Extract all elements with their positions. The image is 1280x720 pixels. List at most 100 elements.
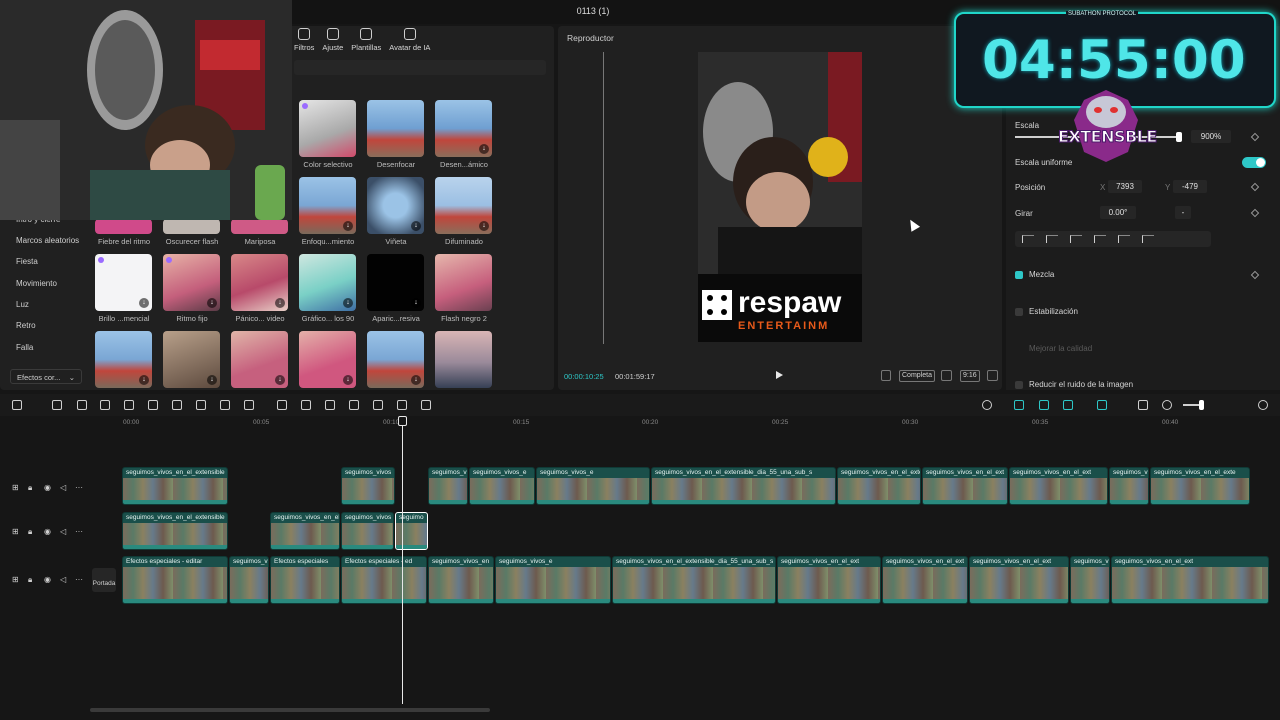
sidebar-item-glitch[interactable]: Falla xyxy=(16,343,33,352)
delete-icon[interactable] xyxy=(172,400,182,410)
effect-thumb-dimensional-glow[interactable]: ↓ xyxy=(95,254,152,311)
more-icon[interactable]: ··· xyxy=(75,483,83,492)
download-icon[interactable]: ↓ xyxy=(139,375,149,385)
timeline-clip[interactable]: seguimos_vivos_en_el_exte xyxy=(1150,467,1250,505)
audio-icon[interactable]: ◁ xyxy=(60,575,66,584)
effect-thumb-fixed-rhythm[interactable]: ↓ xyxy=(163,254,220,311)
denoise-checkbox[interactable] xyxy=(1015,381,1023,389)
freeze-icon[interactable] xyxy=(277,400,287,410)
uniform-scale-toggle[interactable] xyxy=(1242,157,1266,168)
timeline-clip[interactable]: seguimos_vivos_e xyxy=(536,467,650,505)
effect-thumb-flash-darken[interactable] xyxy=(163,219,220,234)
download-icon[interactable]: ↓ xyxy=(411,375,421,385)
timeline-clip[interactable]: seguimos_v xyxy=(428,467,468,505)
lock-icon[interactable]: 🔒︎ xyxy=(28,575,32,585)
timeline-clip[interactable]: seguimos_vivos_en_el_extensible xyxy=(122,467,228,505)
effect-thumb-diffuse[interactable]: ↓ xyxy=(435,177,492,234)
transform-icon[interactable] xyxy=(397,400,407,410)
adjust-view-icon[interactable] xyxy=(881,370,891,381)
download-icon[interactable]: ↓ xyxy=(479,221,489,231)
stabilize-checkbox[interactable] xyxy=(1015,308,1023,316)
audio-icon[interactable]: ◁ xyxy=(60,527,66,536)
timeline-clip[interactable]: seguimos_vivos_en xyxy=(428,556,494,604)
lock-icon[interactable]: 🔒︎ xyxy=(28,527,32,537)
rotate-reset-button[interactable]: - xyxy=(1175,206,1191,219)
timeline-clip[interactable]: seguimos_vivos_en_el xyxy=(270,512,340,550)
timeline-clip[interactable]: seguimos_vivos_en_el_extensible_dia_55_u… xyxy=(651,467,836,505)
align-bottom-icon[interactable] xyxy=(1142,235,1154,243)
play-icon[interactable] xyxy=(776,371,783,379)
download-icon[interactable]: ↓ xyxy=(139,298,149,308)
timeline-clip[interactable]: seguimos_vi xyxy=(229,556,269,604)
blend-checkbox[interactable] xyxy=(1015,271,1023,279)
scale-value-field[interactable]: 900% xyxy=(1191,130,1231,143)
download-icon[interactable]: ↓ xyxy=(207,375,217,385)
timeline-clip[interactable]: seguimos_vivos_en_el_extensible xyxy=(122,512,228,550)
pos-y-field[interactable]: -479 xyxy=(1173,180,1207,193)
cover-button[interactable]: Portada xyxy=(92,568,116,592)
sidebar-item-party[interactable]: Fiesta xyxy=(16,257,38,266)
subtitle-icon[interactable] xyxy=(373,400,383,410)
sidebar-item-retro[interactable]: Retro xyxy=(16,321,36,330)
align-middle-icon[interactable] xyxy=(1118,235,1130,243)
align-center-icon[interactable] xyxy=(1046,235,1058,243)
download-icon[interactable]: ↓ xyxy=(343,375,353,385)
tab-ai-avatar[interactable]: Avatar de IA xyxy=(389,28,430,52)
speed-icon[interactable] xyxy=(244,400,254,410)
timeline-clip[interactable]: seguimos_vi xyxy=(1109,467,1149,505)
timeline-clip[interactable]: Efectos especiales - ed xyxy=(341,556,427,604)
timeline-clip[interactable]: seguimos_vivos xyxy=(341,512,394,550)
scale-slider-handle[interactable] xyxy=(1176,132,1182,142)
align-left-icon[interactable] xyxy=(1022,235,1034,243)
eye-icon[interactable]: ◉ xyxy=(44,483,51,492)
fullscreen-icon[interactable] xyxy=(987,370,998,381)
timeline-clip[interactable]: seguimos_vivos_en_el_exte xyxy=(837,467,921,505)
track-expand-icon[interactable]: ⊞ xyxy=(12,575,19,584)
mark-icon[interactable] xyxy=(196,400,206,410)
undo-icon[interactable] xyxy=(52,400,62,410)
timeline-clip[interactable]: seguimos_vivos_en_el_extensible_dia_55_u… xyxy=(612,556,776,604)
timeline-scrollbar[interactable] xyxy=(90,708,490,712)
lock-icon[interactable]: 🔒︎ xyxy=(28,483,32,493)
effect-thumb-vignette[interactable]: ↓ xyxy=(367,177,424,234)
download-icon[interactable]: ↓ xyxy=(207,298,217,308)
track-expand-icon[interactable]: ⊞ xyxy=(12,483,19,492)
download-icon[interactable]: ↓ xyxy=(275,298,285,308)
zoom-out-icon[interactable] xyxy=(1162,400,1172,410)
screenshot-icon[interactable] xyxy=(941,370,952,381)
download-icon[interactable]: ↓ xyxy=(479,144,489,154)
playhead-handle[interactable] xyxy=(398,416,407,426)
effect-thumb-90s-graphics[interactable]: ↓ xyxy=(299,254,356,311)
preview-axis-icon[interactable] xyxy=(1063,400,1073,410)
select-tool-icon[interactable] xyxy=(12,400,22,410)
aspect-ratio-button[interactable]: 9:16 xyxy=(960,370,980,382)
timeline-clip[interactable]: seguimos_v xyxy=(1070,556,1110,604)
split-icon[interactable] xyxy=(100,400,110,410)
timeline-clip[interactable]: seguimos_vivos_en_el_ext xyxy=(1111,556,1269,604)
download-icon[interactable]: ↓ xyxy=(411,221,421,231)
timeline-clip[interactable]: seguimos_vivos xyxy=(341,467,395,505)
effect-thumb-blur[interactable] xyxy=(367,100,424,157)
effect-thumb-progressive-appear[interactable]: ↓ xyxy=(367,254,424,311)
eye-icon[interactable]: ◉ xyxy=(44,527,51,536)
rotate-field[interactable]: 0.00° xyxy=(1100,206,1136,219)
timeline-clip-selected[interactable]: seguimo xyxy=(395,512,428,550)
audio-icon[interactable]: ◁ xyxy=(60,483,66,492)
mirror-icon[interactable] xyxy=(301,400,311,410)
zoom-in-icon[interactable] xyxy=(1258,400,1268,410)
download-icon[interactable]: ↓ xyxy=(275,375,285,385)
magnet-icon[interactable] xyxy=(1014,400,1024,410)
more-icon[interactable]: ··· xyxy=(75,575,83,584)
tab-filters[interactable]: Filtros xyxy=(294,28,314,52)
crop-icon[interactable] xyxy=(220,400,230,410)
effect-thumb-r5-3[interactable]: ↓ xyxy=(231,331,288,388)
effect-thumb-butterfly[interactable] xyxy=(231,219,288,234)
effect-thumb-rhythm-fever[interactable] xyxy=(95,219,152,234)
fit-mode-button[interactable]: Completa xyxy=(899,370,935,382)
effect-thumb-focus[interactable]: ↓ xyxy=(299,177,356,234)
sidebar-item-random-frames[interactable]: Marcos aleatorios xyxy=(16,236,79,245)
timeline-clip[interactable]: seguimos_vivos_e xyxy=(469,467,535,505)
timeline-clip[interactable]: Efectos especiales xyxy=(270,556,340,604)
timeline-clip[interactable]: Efectos especiales - editar xyxy=(122,556,228,604)
effect-thumb-black-flash-2[interactable] xyxy=(435,254,492,311)
